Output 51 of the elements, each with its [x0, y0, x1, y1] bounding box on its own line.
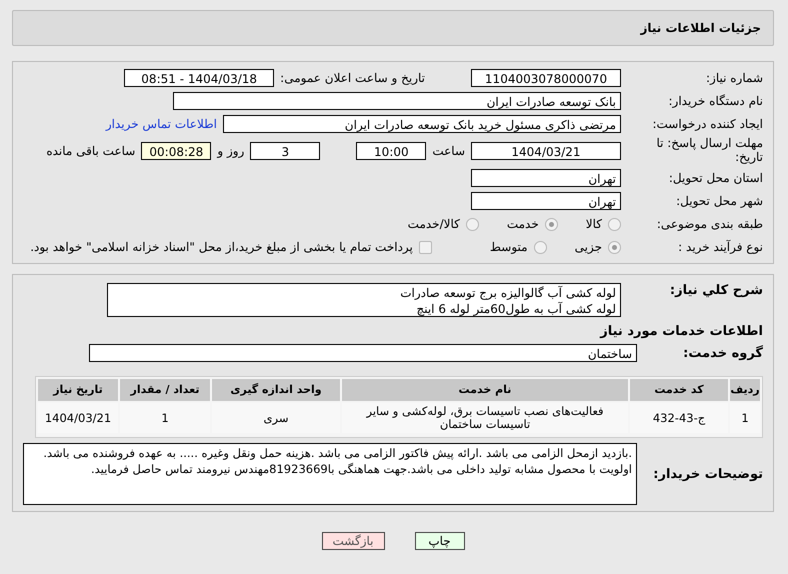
announce-date-field: 1404/03/18 - 08:51 [124, 69, 274, 87]
buyer-field: بانک توسعه صادرات ایران [173, 92, 621, 110]
option-label: خدمت [506, 217, 539, 231]
province-field: تهران [471, 169, 621, 187]
column-header: نام خدمت [342, 379, 628, 401]
column-header: ردیف [730, 379, 760, 401]
column-header: تعداد / مقدار [120, 379, 210, 401]
field-label: شماره نیاز: [705, 71, 763, 85]
days-field: 3 [250, 142, 320, 160]
deadline-date-field: 1404/03/21 [471, 142, 621, 160]
back-button[interactable]: بازگشت [322, 532, 384, 550]
field-label: توضیحات خریدار: [652, 467, 763, 482]
buyer-contact-link[interactable]: اطلاعات تماس خریدار [106, 117, 217, 131]
field-label: ساعت [432, 144, 465, 158]
field-label: روز و [217, 144, 244, 158]
need-number-field: 1104003078000070 [471, 69, 621, 87]
radio-button[interactable] [534, 240, 547, 254]
deadline-time-field: 10:00 [356, 142, 426, 160]
field-label: مهلت ارسال پاسخ: تا تاریخ: [655, 137, 763, 165]
field-label: شهر محل تحویل: [675, 194, 763, 208]
section-heading: اطلاعات خدمات مورد نیاز [600, 324, 763, 338]
field-label: ساعت باقی مانده [46, 144, 136, 158]
creator-field: مرتضی ذاکری مسئول خرید بانک توسعه صادرات ایران [223, 115, 621, 133]
page-title: جزئیات اطلاعات نیاز [640, 21, 761, 35]
option-label: کالا/خدمت [408, 217, 460, 231]
radio-button[interactable] [608, 218, 621, 230]
column-header: واحد اندازه گیری [212, 379, 340, 401]
field-label: شرح کلي نیاز: [668, 283, 763, 298]
radio-button[interactable] [544, 218, 558, 230]
payment-note: پرداخت تمام یا بخشی از مبلغ خرید،از محل "اسناد خزانه اسلامی" خواهد بود. [30, 240, 413, 254]
radio-button[interactable] [466, 218, 479, 230]
field-label: تاریخ و ساعت اعلان عمومی: [280, 71, 425, 85]
print-button[interactable]: چاپ [414, 532, 464, 550]
city-field: تهران [471, 192, 621, 210]
service-group-field: ساختمان [89, 344, 637, 362]
notes-field: .بازدید ازمحل الزامی می باشد .ارائه پیش فاکتور الزامی می باشد .هزینه حمل ونقل وغیره ..... به عهده فروشنده می باشد. اولویت با محصول مشابه تولید داخلی می باشد.جهت هماهنگی با81923669مهندس نیرومند تماس حاصل فرمایید. [23, 443, 637, 505]
field-label: نام دستگاه خریدار: [668, 94, 763, 108]
field-label: نوع فرآیند خرید : [677, 240, 763, 254]
description-field: لوله کشی آب گالوالیزه برج توسعه صادرات لوله کشی آب به طول60متر لوله 6 اینچ [107, 283, 621, 317]
field-label: استان محل تحویل: [668, 171, 763, 185]
field-label: ایجاد کننده درخواست: [651, 117, 763, 131]
column-header: کد خدمت [630, 379, 728, 401]
checkbox[interactable] [418, 240, 432, 254]
column-header: تاریخ نیاز [38, 379, 118, 401]
option-label: متوسط [490, 240, 528, 254]
radio-button[interactable] [608, 240, 621, 254]
option-label: جزیی [574, 240, 602, 254]
field-label: گروه خدمت: [682, 346, 763, 360]
remaining-time-field: 00:08:28 [141, 142, 212, 160]
option-label: کالا [586, 217, 602, 231]
field-label: طبقه بندی موضوعی: [656, 217, 763, 231]
